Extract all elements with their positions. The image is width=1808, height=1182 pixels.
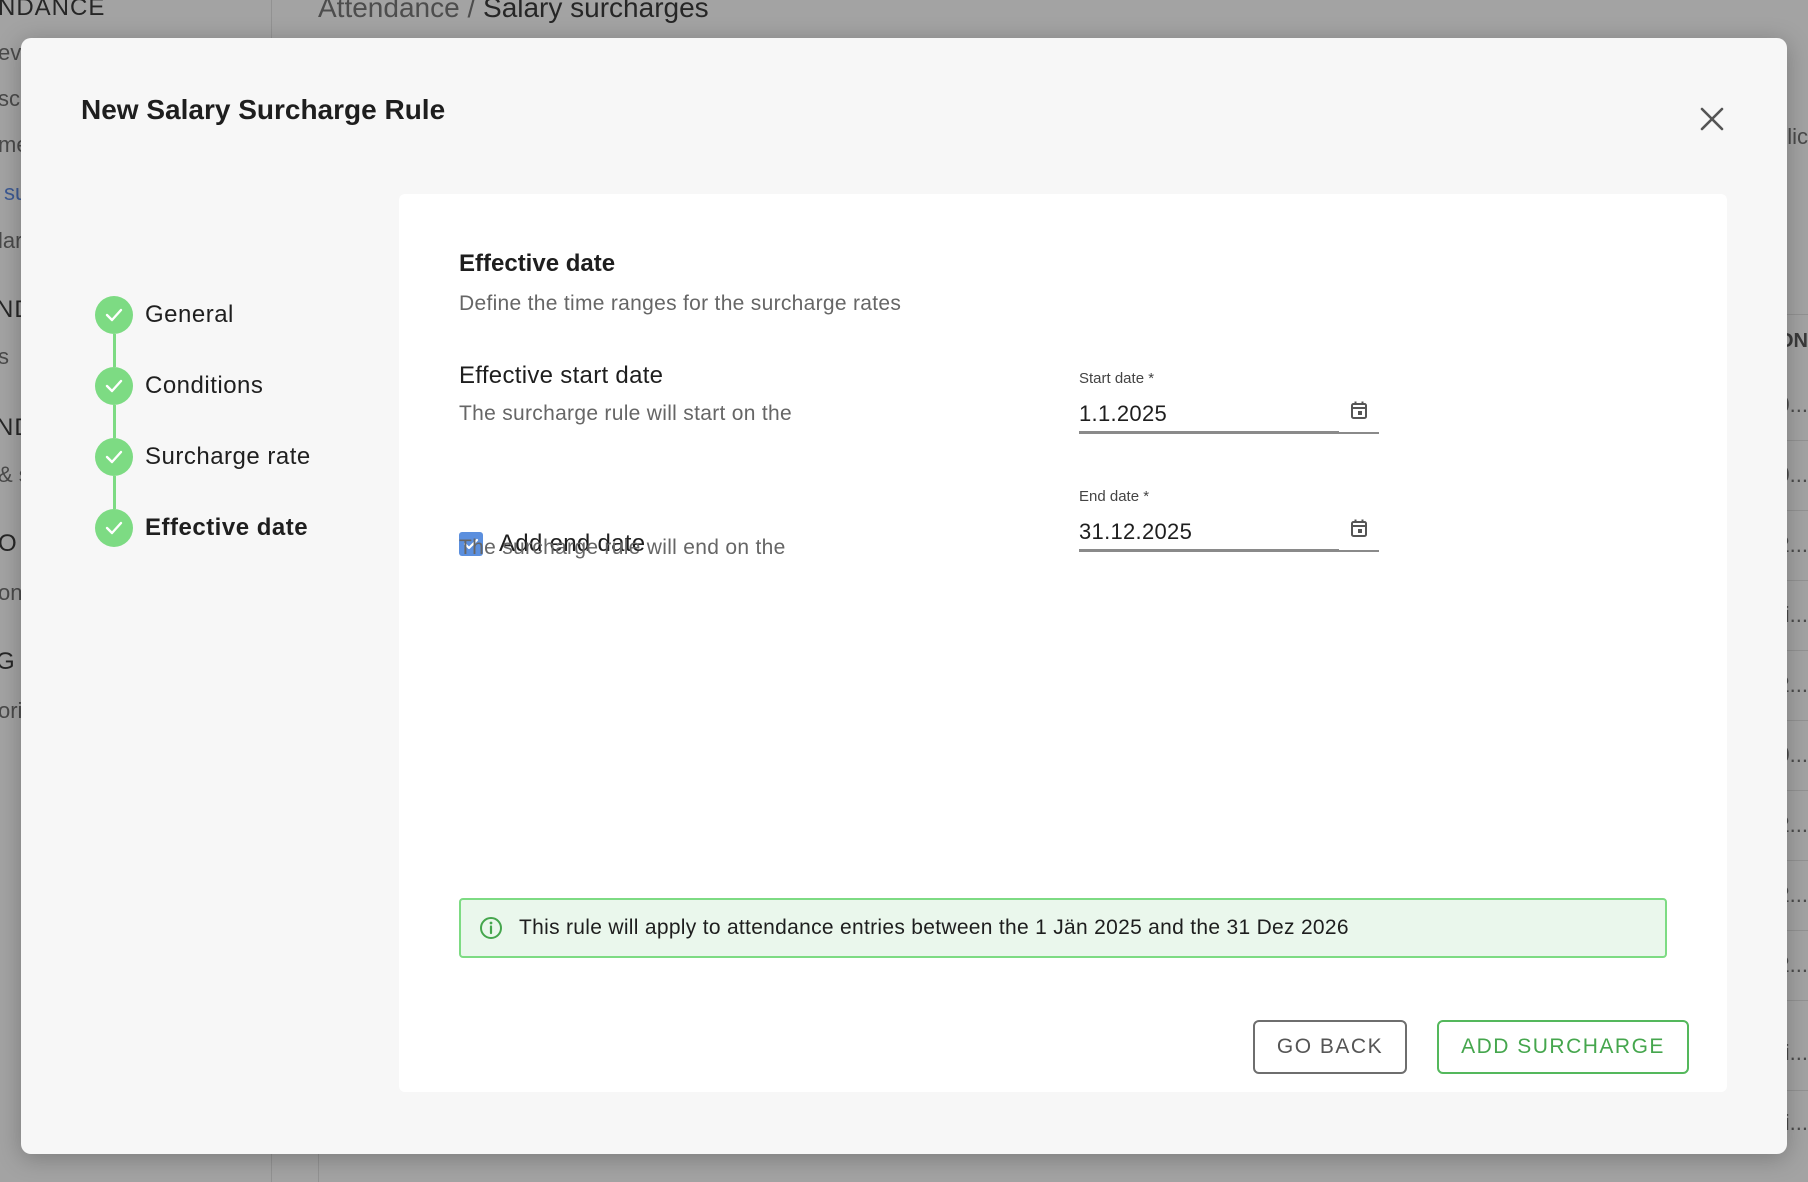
sidebar-item[interactable]: s (0, 344, 9, 370)
end-date-calendar-button[interactable] (1349, 518, 1369, 540)
step-complete-check (95, 367, 133, 405)
step-connector (113, 334, 116, 367)
sidebar-item[interactable]: sc (0, 86, 20, 112)
end-date-field: End date * (1079, 488, 1379, 558)
sidebar-item[interactable]: ori (0, 698, 22, 724)
sidebar-section-heading: O (0, 530, 18, 558)
step-label: Conditions (145, 372, 264, 399)
step-label: Surcharge rate (145, 443, 311, 470)
step-label: General (145, 301, 234, 328)
new-surcharge-rule-dialog: New Salary Surcharge Rule General Condit… (21, 38, 1787, 1154)
input-underline (1079, 550, 1379, 552)
step-connector (113, 405, 116, 438)
start-date-input[interactable] (1079, 396, 1339, 432)
checkmark-icon (105, 308, 123, 322)
start-date-field: Start date * (1079, 370, 1379, 440)
start-date-label: Start date * (1079, 370, 1155, 387)
sidebar-section-heading: NDANCE (0, 0, 106, 21)
sidebar-section-heading: G (0, 648, 16, 676)
step-complete-check (95, 509, 133, 547)
close-icon (1700, 107, 1724, 131)
end-date-description: The surcharge rule will end on the (459, 536, 786, 559)
step-complete-check (95, 296, 133, 334)
end-date-label: End date * (1079, 488, 1150, 505)
info-icon (480, 917, 502, 939)
step-surcharge-rate[interactable]: Surcharge rate (95, 438, 311, 476)
end-date-input[interactable] (1079, 514, 1339, 550)
step-content-card: Effective date Define the time ranges fo… (399, 194, 1727, 1092)
breadcrumb: Attendance / Salary surcharges (318, 0, 709, 24)
step-complete-check (95, 438, 133, 476)
sidebar-item[interactable]: lar (0, 228, 22, 254)
step-general[interactable]: General (95, 296, 234, 334)
step-conditions[interactable]: Conditions (95, 367, 263, 405)
go-back-button[interactable]: GO BACK (1253, 1020, 1407, 1074)
step-connector (113, 476, 116, 509)
step-effective-date[interactable]: Effective date (95, 509, 308, 547)
breadcrumb-separator: / (459, 0, 484, 23)
add-surcharge-button[interactable]: ADD SURCHARGE (1437, 1020, 1689, 1074)
input-underline (1079, 432, 1379, 434)
calendar-icon (1351, 401, 1367, 419)
checkmark-icon (105, 379, 123, 393)
sidebar-item[interactable]: on (0, 580, 22, 606)
sidebar-item[interactable]: ev (0, 40, 21, 66)
start-date-title: Effective start date (459, 362, 664, 389)
breadcrumb-current: Salary surcharges (483, 0, 709, 23)
checkmark-icon (105, 521, 123, 535)
checkmark-icon (105, 450, 123, 464)
date-range-info-banner: This rule will apply to attendance entri… (459, 898, 1667, 958)
start-date-description: The surcharge rule will start on the (459, 402, 792, 425)
info-banner-text: This rule will apply to attendance entri… (519, 916, 1349, 939)
breadcrumb-parent[interactable]: Attendance (318, 0, 460, 23)
calendar-icon (1351, 519, 1367, 537)
section-subtitle: Define the time ranges for the surcharge… (459, 292, 902, 315)
start-date-calendar-button[interactable] (1349, 400, 1369, 422)
section-title: Effective date (459, 250, 616, 277)
close-button[interactable] (1691, 98, 1733, 140)
dialog-title: New Salary Surcharge Rule (81, 94, 446, 125)
step-label: Effective date (145, 514, 309, 541)
